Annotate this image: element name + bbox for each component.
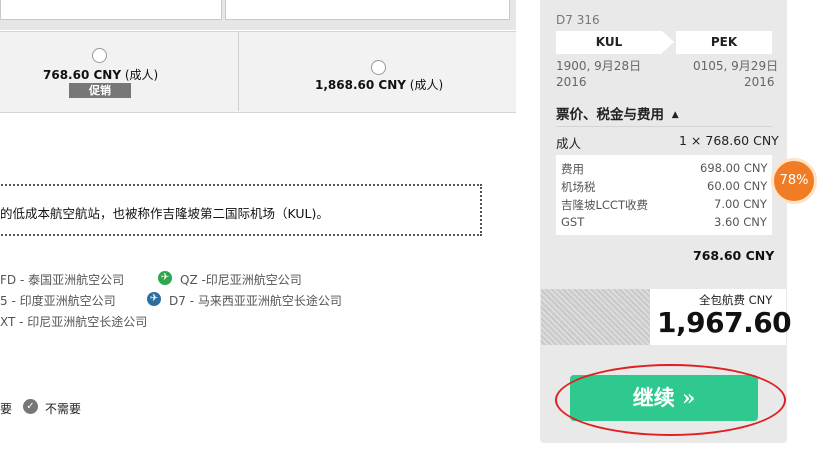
fare-radio-regular[interactable] [371, 60, 386, 75]
fare-price-unit: (成人) [409, 78, 444, 92]
fees-header: 票价、税金与费用 [556, 107, 664, 123]
option-need-label[interactable]: 要 [0, 400, 12, 417]
arrive-year: 2016 [744, 75, 775, 89]
fare-price-unit: (成人) [124, 68, 159, 82]
fee-value: 7.00 CNY [714, 197, 767, 211]
fee-value: 3.60 CNY [714, 215, 767, 229]
fee-label: 费用 [561, 162, 584, 176]
check-icon[interactable]: ✓ [23, 399, 38, 414]
airport-info-text: 的低成本航空航站，也被称作吉隆坡第二国际机场（KUL)。 [0, 206, 329, 221]
promo-badge: 促销 [69, 83, 131, 98]
fare-subtotal: 768.60 CNY [693, 248, 775, 263]
plane-icon: ✈ [147, 292, 161, 306]
adult-label: 成人 [556, 136, 582, 151]
origin-code: KUL [556, 31, 662, 54]
fees-toggle[interactable]: 票价、税金与费用 ▲ [556, 103, 679, 123]
airline-d7: D7 - 马来西亚亚洲航空长途公司 [169, 294, 342, 308]
progress-badge[interactable]: 78% [771, 158, 817, 204]
adult-value: 1 × 768.60 CNY [679, 133, 779, 148]
fare-price-value: 1,868.60 CNY [315, 78, 406, 92]
depart-year: 2016 [556, 75, 587, 89]
fee-label: 吉隆坡LCCT收费 [561, 198, 648, 212]
airline-xt: XT - 印尼亚洲航空长途公司 [0, 315, 148, 329]
fare-divider [238, 32, 239, 111]
airline-i5: 5 - 印度亚洲航空公司 [0, 294, 116, 308]
depart-time: 1900, 9月28日 [556, 59, 642, 73]
fee-label: GST [561, 215, 585, 229]
destination-code: PEK [676, 31, 772, 54]
divider [556, 126, 772, 127]
plane-icon: ✈ [158, 271, 172, 285]
option-not-need-label[interactable]: 不需要 [45, 400, 81, 417]
airline-fd: FD - 泰国亚洲航空公司 [0, 273, 125, 287]
fare-price-promo: 768.60 CNY (成人) [43, 66, 158, 83]
airline-qz: QZ -印尼亚洲航空公司 [180, 273, 302, 287]
fare-radio-promo[interactable] [92, 48, 107, 63]
route-arrow-icon [662, 31, 674, 53]
top-panel-left [0, 0, 222, 20]
arrive-time: 0105, 9月29日 [693, 59, 779, 73]
top-panel-right [225, 0, 510, 20]
hatch-pattern [541, 289, 650, 345]
fee-value: 698.00 CNY [700, 161, 768, 175]
fee-label: 机场税 [561, 180, 596, 194]
fee-value: 60.00 CNY [707, 179, 768, 193]
caret-up-icon: ▲ [671, 110, 679, 120]
flight-number: D7 316 [556, 13, 600, 27]
highlight-ellipse [555, 364, 786, 436]
total-price: 1,967.60 [657, 306, 792, 339]
fare-price-regular: 1,868.60 CNY (成人) [315, 76, 443, 93]
fare-price-value: 768.60 CNY [43, 68, 122, 82]
